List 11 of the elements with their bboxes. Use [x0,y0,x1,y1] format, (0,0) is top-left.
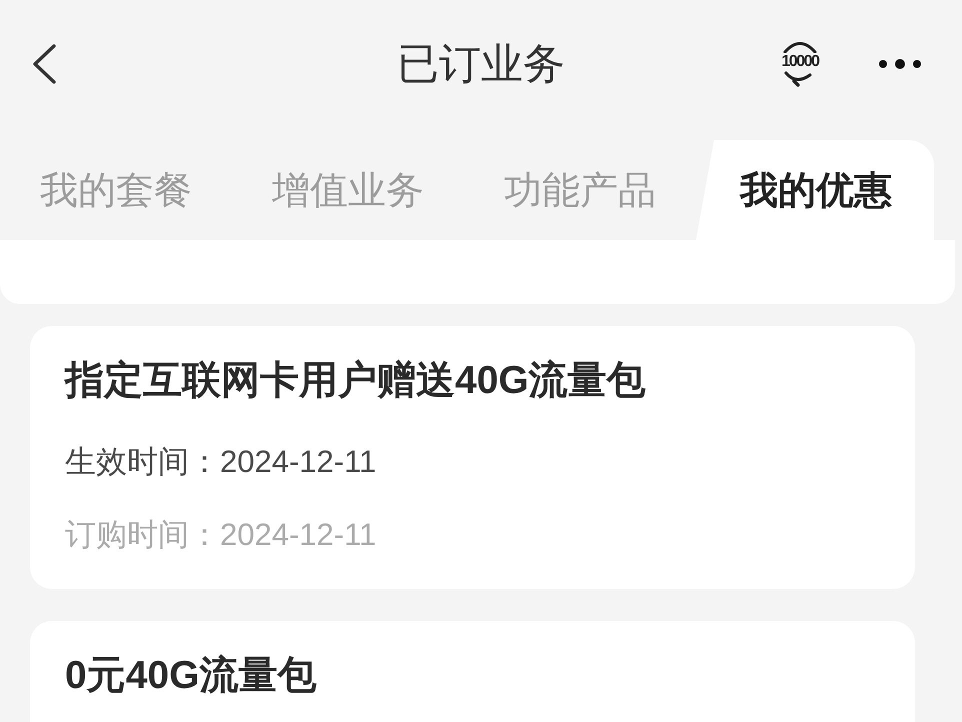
hotline-button[interactable]: 10000 [772,41,828,87]
offer-card[interactable]: 0元40G流量包 [30,621,915,722]
offer-title: 指定互联网卡用户赠送40G流量包 [65,358,647,404]
offer-card[interactable]: 指定互联网卡用户赠送40G流量包 生效时间：2024-12-11 订购时间：2024-12-11 [30,326,915,589]
page-title: 已订业务 [397,38,565,89]
offer-title: 0元40G流量包 [65,653,318,699]
headband-icon [782,41,818,53]
offer-date: 订购时间：2024-12-11 [65,516,378,554]
more-icon[interactable] [878,58,922,70]
tab[interactable]: 我的优惠 [696,140,934,240]
offer-date: 生效时间：2024-12-11 [65,443,378,481]
